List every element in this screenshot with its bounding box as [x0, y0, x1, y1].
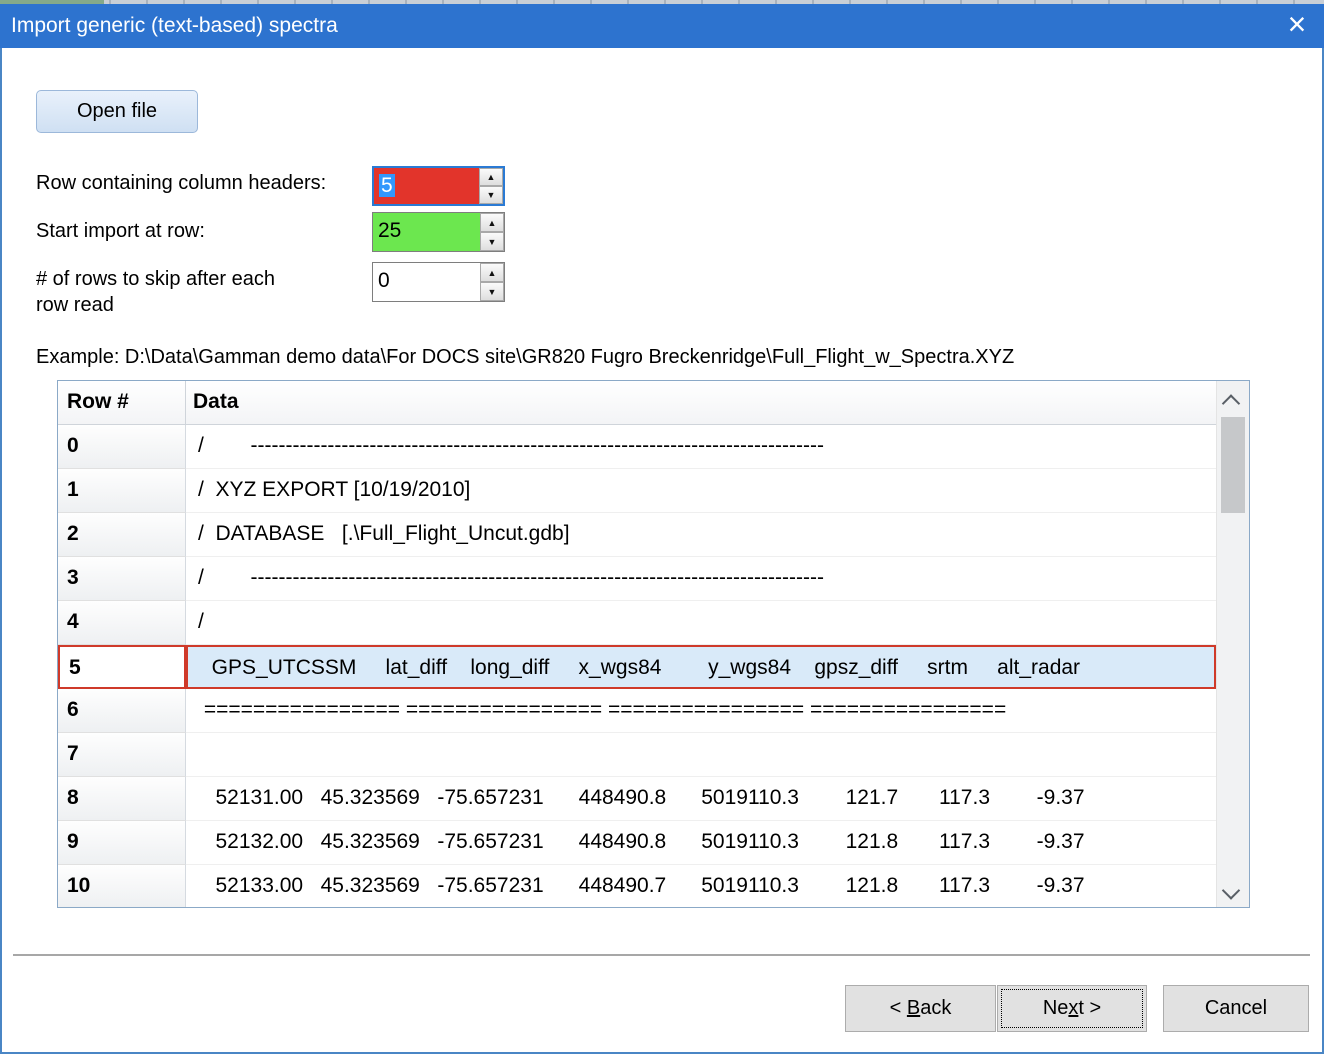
open-file-button[interactable]: Open file	[36, 90, 198, 133]
row-data-cell[interactable]: / XYZ EXPORT [10/19/2010]	[186, 469, 1216, 513]
spin-down-icon: ▼	[488, 237, 497, 247]
table-row[interactable]: 2 / DATABASE [.\Full_Flight_Uncut.gdb]	[58, 513, 1216, 557]
table-row[interactable]: 9 52132.00 45.323569 -75.657231 448490.8…	[58, 821, 1216, 865]
spin-up-icon: ▲	[487, 172, 496, 182]
dialog-title: Import generic (text-based) spectra	[11, 14, 338, 37]
header-row-value: 5	[379, 174, 395, 197]
row-data-cell[interactable]: / --------------------------------------…	[186, 557, 1216, 601]
start-row-spin-buttons: ▲ ▼	[480, 213, 504, 251]
preview-table-grid: Row # Data 0 / -------------------------…	[58, 381, 1216, 907]
row-data-cell[interactable]: 52133.00 45.323569 -75.657231 448490.7 5…	[186, 865, 1216, 907]
spin-up-button[interactable]: ▲	[480, 263, 504, 282]
next-button[interactable]: Next >	[997, 985, 1147, 1032]
header-row-spin-buttons: ▲ ▼	[479, 168, 503, 204]
example-path-label: Example: D:\Data\Gamman demo data\For DO…	[36, 346, 1014, 369]
column-header-data: Data	[186, 381, 1216, 424]
row-number-cell[interactable]: 6	[58, 689, 186, 733]
table-row[interactable]: 0 / ------------------------------------…	[58, 425, 1216, 469]
next-label-rest: t >	[1078, 997, 1101, 1019]
spin-up-icon: ▲	[488, 268, 497, 278]
table-header-row: Row # Data	[58, 381, 1216, 425]
table-body: 0 / ------------------------------------…	[58, 425, 1216, 907]
row-data-cell[interactable]: / DATABASE [.\Full_Flight_Uncut.gdb]	[186, 513, 1216, 557]
row-number-cell[interactable]: 9	[58, 821, 186, 865]
skip-rows-value: 0	[378, 269, 390, 292]
row-number-cell[interactable]: 10	[58, 865, 186, 907]
cancel-label: Cancel	[1205, 997, 1267, 1019]
row-data-cell[interactable]: 52131.00 45.323569 -75.657231 448490.8 5…	[186, 777, 1216, 821]
table-scrollbar[interactable]	[1216, 381, 1249, 907]
table-row[interactable]: 7	[58, 733, 1216, 777]
row-data-cell[interactable]: /	[186, 601, 1216, 645]
spin-down-icon: ▼	[488, 287, 497, 297]
back-label-rest: ack	[920, 997, 951, 1019]
table-row[interactable]: 5 GPS_UTCSSM lat_diff long_diff x_wgs84 …	[58, 645, 1216, 689]
cancel-button[interactable]: Cancel	[1163, 985, 1309, 1032]
column-header-row-number: Row #	[58, 381, 186, 424]
scroll-down-icon[interactable]	[1222, 881, 1240, 899]
next-access-key: x	[1068, 997, 1078, 1019]
back-button[interactable]: < Back	[845, 985, 996, 1032]
row-data-cell[interactable]: 52132.00 45.323569 -75.657231 448490.8 5…	[186, 821, 1216, 865]
spin-up-button[interactable]: ▲	[479, 168, 503, 186]
table-row[interactable]: 3 / ------------------------------------…	[58, 557, 1216, 601]
back-access-key: B	[907, 997, 920, 1019]
start-row-value: 25	[378, 219, 401, 242]
skip-rows-label: # of rows to skip after each row read	[36, 266, 275, 318]
spin-down-icon: ▼	[487, 190, 496, 200]
skip-rows-input[interactable]: 0	[373, 263, 480, 301]
start-row-label: Start import at row:	[36, 218, 205, 244]
spin-up-icon: ▲	[488, 218, 497, 228]
next-label: Ne	[1043, 997, 1069, 1019]
spin-down-button[interactable]: ▼	[480, 282, 504, 301]
row-number-cell[interactable]: 5	[58, 645, 186, 689]
dialog-titlebar[interactable]: Import generic (text-based) spectra	[0, 4, 1324, 48]
close-icon: ×	[1288, 6, 1307, 42]
spin-down-button[interactable]: ▼	[480, 232, 504, 251]
row-number-cell[interactable]: 8	[58, 777, 186, 821]
start-row-input[interactable]: 25	[373, 213, 480, 251]
table-row[interactable]: 4 /	[58, 601, 1216, 645]
back-label: <	[890, 997, 907, 1019]
scroll-up-icon[interactable]	[1222, 394, 1240, 412]
preview-table: Row # Data 0 / -------------------------…	[57, 380, 1250, 908]
close-button[interactable]: ×	[1272, 4, 1322, 48]
table-row[interactable]: 1 / XYZ EXPORT [10/19/2010]	[58, 469, 1216, 513]
row-number-cell[interactable]: 2	[58, 513, 186, 557]
row-number-cell[interactable]: 1	[58, 469, 186, 513]
row-number-cell[interactable]: 0	[58, 425, 186, 469]
table-row[interactable]: 6 ================ ================ ====…	[58, 689, 1216, 733]
row-data-cell[interactable]: ================ ================ ======…	[186, 689, 1216, 733]
table-row[interactable]: 10 52133.00 45.323569 -75.657231 448490.…	[58, 865, 1216, 907]
spin-up-button[interactable]: ▲	[480, 213, 504, 232]
header-row-input[interactable]: 5	[374, 168, 479, 204]
row-number-cell[interactable]: 7	[58, 733, 186, 777]
footer-separator	[13, 954, 1310, 956]
open-file-label: Open file	[77, 100, 157, 122]
skip-rows-spinbox[interactable]: 0 ▲ ▼	[372, 262, 505, 302]
row-data-cell[interactable]: / --------------------------------------…	[186, 425, 1216, 469]
start-row-spinbox[interactable]: 25 ▲ ▼	[372, 212, 505, 252]
header-row-spinbox[interactable]: 5 ▲ ▼	[372, 166, 505, 206]
row-number-cell[interactable]: 3	[58, 557, 186, 601]
spin-down-button[interactable]: ▼	[479, 186, 503, 204]
row-number-cell[interactable]: 4	[58, 601, 186, 645]
scrollbar-thumb[interactable]	[1221, 417, 1245, 513]
row-data-cell[interactable]: GPS_UTCSSM lat_diff long_diff x_wgs84 y_…	[186, 645, 1216, 689]
header-row-label: Row containing column headers:	[36, 170, 326, 196]
skip-rows-spin-buttons: ▲ ▼	[480, 263, 504, 301]
table-row[interactable]: 8 52131.00 45.323569 -75.657231 448490.8…	[58, 777, 1216, 821]
row-data-cell[interactable]	[186, 733, 1216, 777]
